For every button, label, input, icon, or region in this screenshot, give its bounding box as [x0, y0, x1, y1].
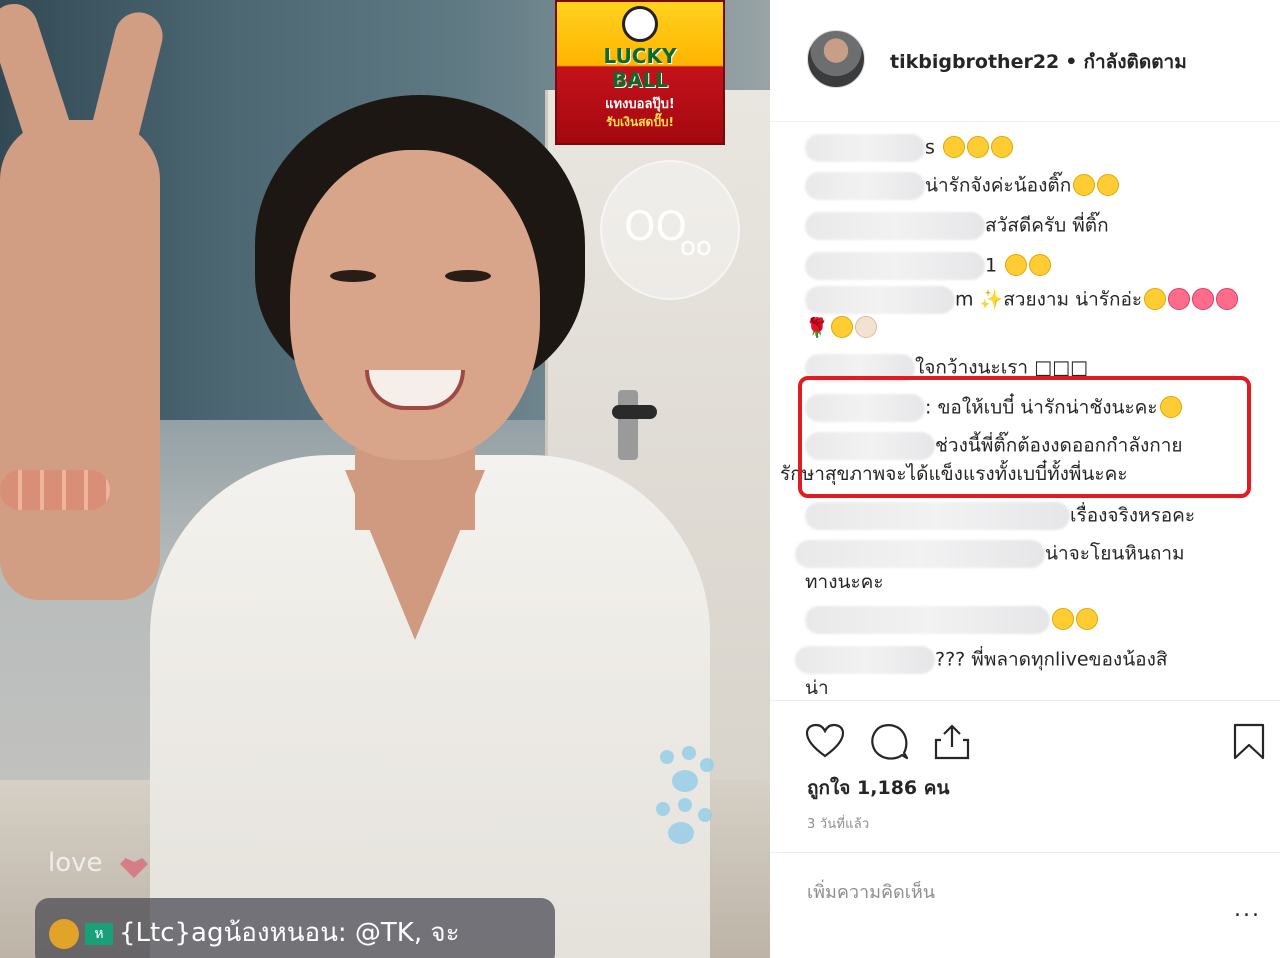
- bookmark-icon[interactable]: [1233, 723, 1265, 761]
- username-link[interactable]: tikbigbrother22: [890, 51, 1059, 73]
- following-button[interactable]: กำลังติดตาม: [1083, 51, 1186, 73]
- blurred-username: [805, 212, 985, 240]
- separator-dot: •: [1065, 51, 1078, 73]
- lips-emoji: [1216, 287, 1239, 310]
- user-tag-badge: ห: [85, 922, 113, 945]
- owl-icon[interactable]: OO oo: [600, 160, 740, 300]
- blurred-username: [795, 540, 1045, 568]
- badge-line-3: แทงบอลปุ๊บ!: [605, 97, 675, 112]
- live-video-frame: LUCKY BALL แทงบอลปุ๊บ! รับเงินสดปั๊บ! OO…: [0, 0, 770, 958]
- comment: น่ารักจังค่ะน้องติ๊ก: [805, 172, 1120, 200]
- paw-icon: [650, 746, 720, 860]
- heart-eyes-emoji: [830, 316, 853, 338]
- love-label: love: [48, 848, 103, 878]
- heart-eyes-emoji: [990, 135, 1013, 158]
- rank-medal-icon: [49, 918, 79, 949]
- comment-icon[interactable]: [870, 723, 910, 761]
- comment: [805, 606, 1098, 634]
- post-actions: ถูกใจ 1,186 คน 3 วันที่แล้ว: [770, 700, 1280, 850]
- more-options-button[interactable]: ...: [1234, 897, 1261, 922]
- share-icon[interactable]: [933, 723, 971, 761]
- kiss-emoji: [1097, 173, 1120, 196]
- comment: เรื่องจริงหรอคะ: [805, 502, 1195, 530]
- grimace-emoji: [1052, 607, 1074, 630]
- blurred-username: [805, 172, 925, 200]
- clap-emoji: [854, 316, 877, 338]
- door-lock: [618, 390, 638, 460]
- blurred-username: [805, 502, 1070, 530]
- blurred-username: [805, 134, 925, 162]
- comment: 1: [805, 252, 1052, 280]
- kiss-emoji: [1005, 253, 1028, 276]
- blurred-username: [805, 286, 955, 314]
- heart-eyes-emoji: [942, 135, 965, 158]
- soccer-ball-icon: [622, 6, 658, 42]
- avatar[interactable]: [807, 30, 865, 88]
- comment-continuation: ทางนะคะ: [805, 571, 884, 593]
- heart-icon[interactable]: [805, 723, 845, 759]
- kiss-emoji: [1144, 287, 1167, 310]
- blurred-username: [795, 646, 935, 674]
- heart-eyes-emoji: [966, 135, 989, 158]
- comment: ??? พี่พลาดทุกliveของน้องสิ: [795, 646, 1167, 674]
- door-handle: [612, 405, 657, 419]
- grimace-emoji: [1076, 607, 1098, 630]
- kiss-emoji: [1029, 253, 1052, 276]
- comment-continuation: น่า: [805, 677, 829, 699]
- comment: m ✨สวยงาม น่ารักอ่ะ: [805, 286, 1239, 314]
- add-comment-bar: เพิ่มความคิดเห็น ...: [770, 852, 1280, 958]
- comment: น่าจะโยนหินถาม: [795, 540, 1185, 568]
- live-comment-bubble: ห {Ltc}agน้องหนอน: @TK, จะ: [35, 898, 555, 958]
- blurred-username: [805, 252, 985, 280]
- comment: s: [805, 134, 1013, 162]
- add-comment-input[interactable]: เพิ่มความคิดเห็น: [807, 877, 935, 906]
- comment-continuation: 🌹: [805, 316, 877, 340]
- post-timestamp[interactable]: 3 วันที่แล้ว: [807, 813, 869, 834]
- lipstick-emoji: [1192, 287, 1215, 310]
- comment: สวัสดีครับ พี่ติ๊ก: [805, 212, 1109, 240]
- blurred-username: [805, 606, 1050, 634]
- person-eye-right: [445, 270, 491, 282]
- badge-line-2: BALL: [611, 68, 669, 92]
- like-count[interactable]: ถูกใจ 1,186 คน: [807, 773, 949, 803]
- badge-line-4: รับเงินสดปั๊บ!: [605, 115, 675, 129]
- kiss-emoji: [1073, 173, 1096, 196]
- person-eye-left: [330, 270, 376, 282]
- post-header-line: tikbigbrother22 • กำลังติดตาม: [890, 47, 1187, 77]
- badge-line-1: LUCKY: [603, 44, 677, 68]
- heart-emoji: [1168, 287, 1191, 310]
- bracelet: [0, 470, 110, 510]
- post-header: tikbigbrother22 • กำลังติดตาม: [770, 0, 1280, 122]
- lucky-ball-ad-badge[interactable]: LUCKY BALL แทงบอลปุ๊บ! รับเงินสดปั๊บ!: [555, 0, 725, 145]
- highlight-annotation-box: [798, 376, 1251, 498]
- live-comment-text: {Ltc}agน้องหนอน: @TK, จะ: [119, 918, 460, 948]
- person-face: [290, 150, 540, 460]
